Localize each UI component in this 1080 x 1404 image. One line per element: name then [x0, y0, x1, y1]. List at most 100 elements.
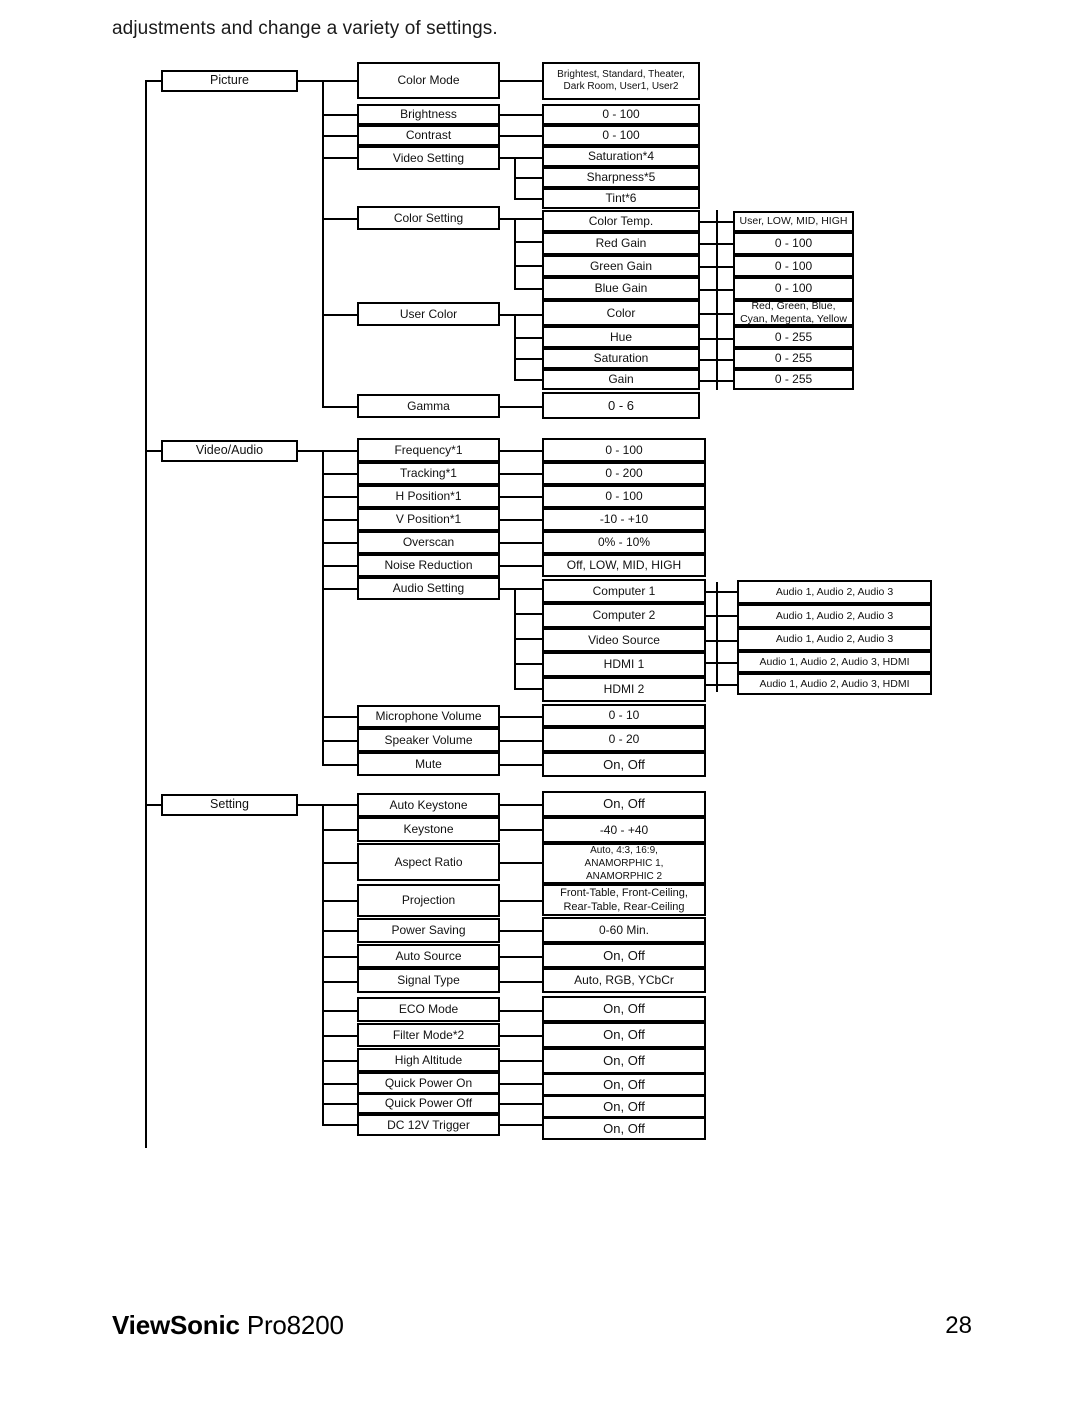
- connector-va-micvolume: [322, 716, 358, 718]
- menu-node-eco-mode[interactable]: ECO Mode: [357, 997, 500, 1022]
- connector-videoaudio-out: [296, 450, 324, 452]
- node-label: Hue: [609, 329, 632, 344]
- menu-node-video-audio[interactable]: Video/Audio: [161, 440, 298, 462]
- node-label: Brightest, Standard, Theater, Dark Room,…: [557, 68, 685, 92]
- menu-node-blue-gain[interactable]: Blue Gain: [542, 277, 700, 300]
- node-label: Blue Gain: [594, 281, 648, 296]
- node-label: Audio 1, Audio 2, Audio 3, HDMI: [759, 677, 910, 690]
- node-label: On, Off: [603, 947, 645, 963]
- node-label: On, Off: [603, 1027, 645, 1043]
- osd-menu-tree-diagram: Picture Video/Audio Setting Color Mode B…: [0, 0, 1080, 1200]
- menu-node-red-gain[interactable]: Red Gain: [542, 232, 700, 255]
- menu-value-auto-keystone: On, Off: [542, 791, 706, 817]
- menu-node-noise-reduction[interactable]: Noise Reduction: [357, 554, 500, 577]
- node-label: Saturation: [593, 351, 649, 366]
- node-label: On, Off: [603, 1098, 645, 1114]
- menu-node-contrast[interactable]: Contrast: [357, 125, 500, 146]
- connector-colorsetting-bluegain: [514, 288, 544, 290]
- menu-node-color-setting[interactable]: Color Setting: [357, 206, 500, 230]
- menu-node-hdmi-1[interactable]: HDMI 1: [542, 652, 706, 677]
- menu-node-projection[interactable]: Projection: [357, 884, 500, 917]
- node-label: Tracking*1: [400, 466, 457, 481]
- connector-va-vposition: [322, 519, 358, 521]
- node-label: On, Off: [603, 1076, 645, 1092]
- menu-value-aspect-ratio: Auto, 4:3, 16:9, ANAMORPHIC 1, ANAMORPHI…: [542, 843, 706, 884]
- menu-node-brightness[interactable]: Brightness: [357, 104, 500, 125]
- connector-tracking-value: [498, 473, 544, 475]
- menu-node-video-source[interactable]: Video Source: [542, 628, 706, 652]
- connector-usercolor-hue: [514, 337, 544, 339]
- trunk-picture-col2: [322, 80, 324, 408]
- menu-node-aspect-ratio[interactable]: Aspect Ratio: [357, 843, 500, 881]
- menu-value-power-saving: 0-60 Min.: [542, 917, 706, 943]
- menu-node-signal-type[interactable]: Signal Type: [357, 968, 500, 993]
- menu-node-color[interactable]: Color: [542, 300, 700, 326]
- node-label: Video/Audio: [195, 443, 264, 458]
- menu-node-saturation[interactable]: Saturation: [542, 348, 700, 369]
- menu-node-setting[interactable]: Setting: [161, 794, 298, 816]
- connector-brightness-value: [498, 114, 544, 116]
- node-label: Audio 1, Audio 2, Audio 3: [775, 585, 894, 598]
- node-label: -10 - +10: [599, 512, 649, 527]
- menu-value-tracking: 0 - 200: [542, 462, 706, 485]
- menu-node-microphone-volume[interactable]: Microphone Volume: [357, 705, 500, 728]
- menu-node-video-setting[interactable]: Video Setting: [357, 146, 500, 170]
- menu-node-computer-1[interactable]: Computer 1: [542, 579, 706, 603]
- menu-node-v-position[interactable]: V Position*1: [357, 508, 500, 531]
- menu-node-hue[interactable]: Hue: [542, 326, 700, 348]
- menu-node-green-gain[interactable]: Green Gain: [542, 255, 700, 277]
- node-label: On, Off: [603, 756, 645, 772]
- menu-value-keystone: -40 - +40: [542, 817, 706, 843]
- menu-node-quick-power-on[interactable]: Quick Power On: [357, 1072, 500, 1094]
- menu-value-h-position: 0 - 100: [542, 485, 706, 508]
- menu-value-color-mode: Brightest, Standard, Theater, Dark Room,…: [542, 62, 700, 100]
- menu-node-overscan[interactable]: Overscan: [357, 531, 500, 554]
- menu-node-color-mode[interactable]: Color Mode: [357, 62, 500, 99]
- menu-node-audio-setting[interactable]: Audio Setting: [357, 577, 500, 600]
- menu-node-auto-source[interactable]: Auto Source: [357, 944, 500, 968]
- menu-value-dc-12v-trigger: On, Off: [542, 1117, 706, 1140]
- node-label: On, Off: [603, 796, 645, 812]
- node-label: Audio 1, Audio 2, Audio 3: [775, 633, 894, 646]
- menu-value-brightness: 0 - 100: [542, 104, 700, 125]
- menu-node-auto-keystone[interactable]: Auto Keystone: [357, 793, 500, 817]
- menu-node-h-position[interactable]: H Position*1: [357, 485, 500, 508]
- menu-value-video-source-audio: Audio 1, Audio 2, Audio 3: [737, 628, 932, 651]
- node-label: Keystone: [403, 822, 454, 837]
- menu-node-mute[interactable]: Mute: [357, 752, 500, 776]
- node-label: 0-60 Min.: [598, 922, 650, 937]
- menu-value-sharpness-5: Sharpness*5: [542, 167, 700, 188]
- node-label: 0 - 100: [605, 442, 643, 457]
- menu-node-dc-12v-trigger[interactable]: DC 12V Trigger: [357, 1114, 500, 1136]
- menu-node-gamma[interactable]: Gamma: [357, 394, 500, 418]
- menu-node-filter-mode[interactable]: Filter Mode*2: [357, 1023, 500, 1047]
- node-label: On, Off: [603, 1001, 645, 1017]
- menu-node-computer-2[interactable]: Computer 2: [542, 603, 706, 628]
- menu-node-user-color[interactable]: User Color: [357, 302, 500, 326]
- menu-node-picture[interactable]: Picture: [161, 70, 298, 92]
- connector-set-highaltitude: [322, 1060, 358, 1062]
- connector-picture-colorsetting: [322, 218, 358, 220]
- connector-ecomode-value: [498, 1010, 544, 1012]
- menu-node-gain[interactable]: Gain: [542, 369, 700, 390]
- node-label: HDMI 2: [603, 682, 645, 697]
- node-label: Red Gain: [595, 236, 647, 251]
- node-label: 0 - 100: [774, 281, 813, 296]
- connector-set-ecomode: [322, 1010, 358, 1012]
- menu-value-color: Red, Green, Blue, Cyan, Megenta, Yellow: [733, 300, 854, 326]
- node-label: Mute: [415, 756, 442, 771]
- menu-node-power-saving[interactable]: Power Saving: [357, 918, 500, 943]
- menu-node-keystone[interactable]: Keystone: [357, 817, 500, 842]
- connector-picture-videosetting: [322, 157, 358, 159]
- menu-node-color-temp[interactable]: Color Temp.: [542, 210, 700, 232]
- menu-node-frequency[interactable]: Frequency*1: [357, 438, 500, 462]
- connector-set-quickpoweron: [322, 1083, 358, 1085]
- menu-node-high-altitude[interactable]: High Altitude: [357, 1048, 500, 1072]
- node-label: High Altitude: [394, 1052, 463, 1067]
- node-label: -40 - +40: [599, 822, 649, 837]
- menu-node-tracking[interactable]: Tracking*1: [357, 462, 500, 485]
- menu-node-hdmi-2[interactable]: HDMI 2: [542, 677, 706, 702]
- menu-value-mute: On, Off: [542, 752, 706, 777]
- menu-node-quick-power-off[interactable]: Quick Power Off: [357, 1093, 500, 1114]
- menu-node-speaker-volume[interactable]: Speaker Volume: [357, 728, 500, 752]
